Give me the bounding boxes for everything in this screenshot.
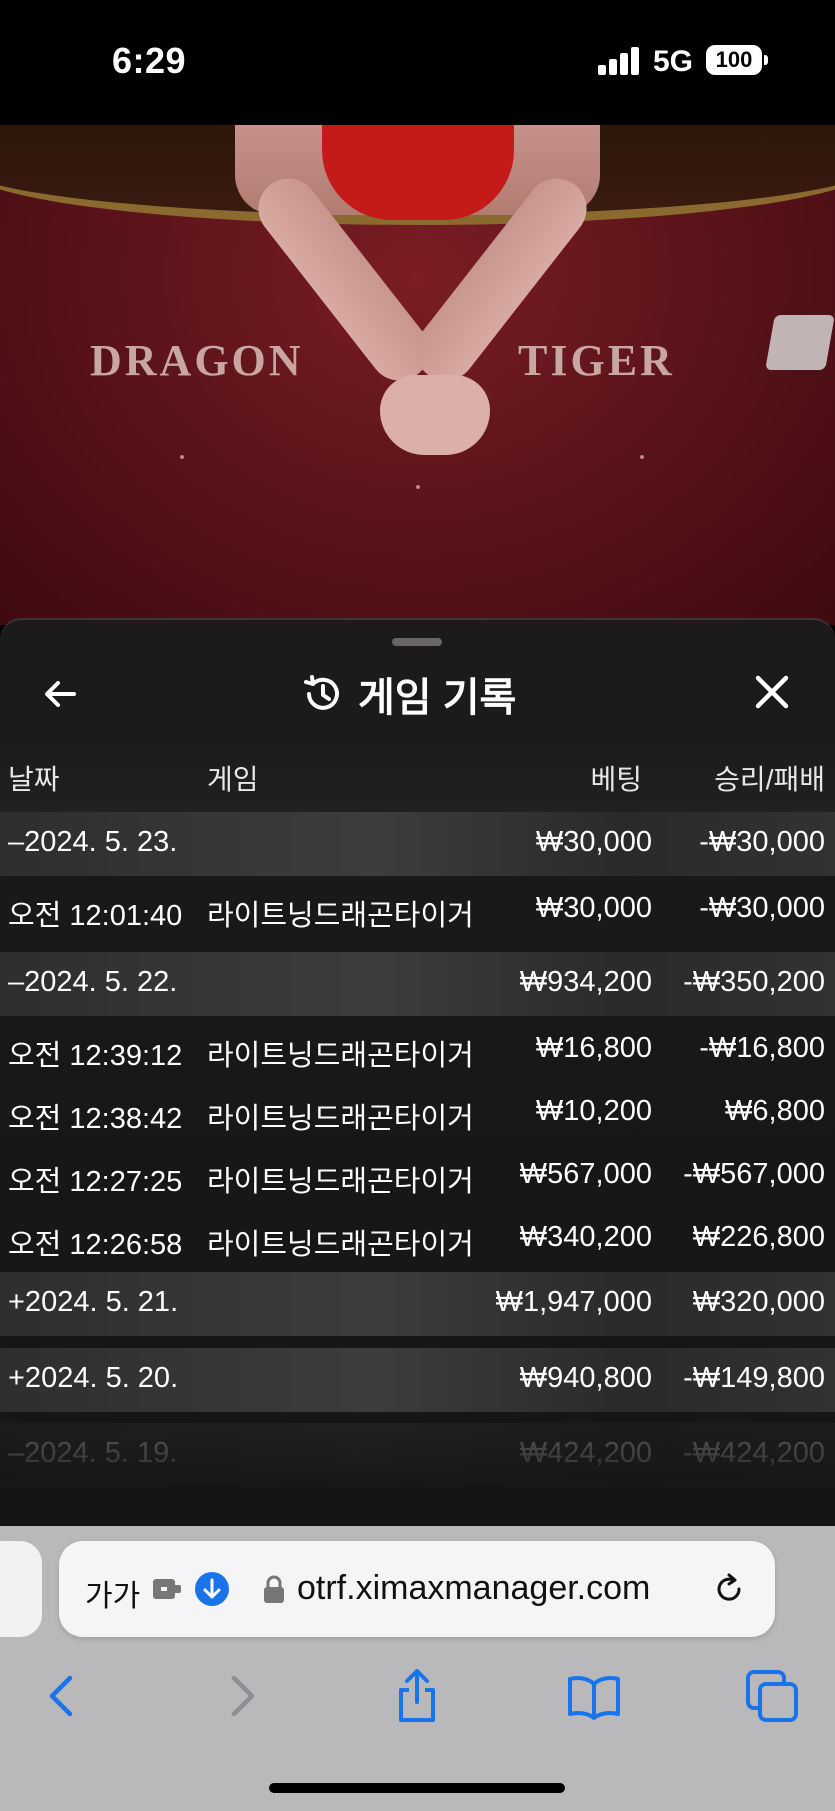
row-bet: ₩1,947,000 xyxy=(495,1286,652,1318)
previous-tab[interactable] xyxy=(0,1541,42,1637)
sheet-title: 게임 기록 xyxy=(300,664,516,724)
history-detail-row: 오전 12:39:12 라이트닝드래곤타이거 ₩16,800 -₩16,800 xyxy=(0,1018,835,1082)
history-icon xyxy=(304,675,339,710)
row-bet: ₩567,000 xyxy=(519,1158,652,1190)
row-win-loss: ₩226,800 xyxy=(692,1221,825,1253)
lock-icon xyxy=(264,1575,284,1603)
tabs-icon[interactable] xyxy=(742,1666,802,1726)
close-icon xyxy=(755,675,789,709)
forward-icon[interactable] xyxy=(212,1666,272,1726)
card-shoe xyxy=(765,315,835,370)
address-bar[interactable]: 가가 otrf.ximaxmanager.com xyxy=(59,1541,775,1637)
back-button[interactable] xyxy=(40,672,84,716)
row-date: 오전 12:26:58 xyxy=(8,1229,183,1261)
back-icon[interactable] xyxy=(32,1666,92,1726)
row-bet: ₩10,200 xyxy=(535,1095,652,1127)
download-icon[interactable] xyxy=(195,1572,229,1606)
share-icon[interactable] xyxy=(387,1666,447,1726)
bookmarks-icon[interactable] xyxy=(564,1666,624,1726)
network-label: 5G xyxy=(653,45,694,78)
row-bet: ₩340,200 xyxy=(519,1221,652,1253)
browser-chrome: 가가 otrf.ximaxmanager.com xyxy=(0,1526,835,1811)
history-detail-row: 오전 12:38:42 라이트닝드래곤타이거 ₩10,200 ₩6,800 xyxy=(0,1081,835,1145)
row-win-loss: ₩320,000 xyxy=(692,1286,825,1318)
close-button[interactable] xyxy=(752,672,792,712)
history-date-row[interactable]: –2024. 5. 22. ₩934,200 -₩350,200 xyxy=(0,952,835,1016)
dragon-label: DRAGON xyxy=(90,336,304,385)
url-text[interactable]: otrf.ximaxmanager.com xyxy=(297,1569,705,1608)
home-indicator xyxy=(269,1783,565,1793)
column-header-game: 게임 xyxy=(207,764,259,795)
sheet-fade xyxy=(0,1408,835,1528)
sheet-title-text: 게임 기록 xyxy=(358,676,517,720)
row-date: –2024. 5. 23. xyxy=(8,826,178,858)
table-dot xyxy=(640,455,644,459)
table-dot xyxy=(416,485,420,489)
history-date-row[interactable]: +2024. 5. 20. ₩940,800 -₩149,800 xyxy=(0,1348,835,1412)
history-detail-row: 오전 12:26:58 라이트닝드래곤타이거 ₩340,200 ₩226,800 xyxy=(0,1207,835,1271)
row-game: 라이트닝드래곤타이거 xyxy=(207,1166,474,1198)
row-bet: ₩16,800 xyxy=(535,1032,652,1064)
history-detail-row: 오전 12:27:25 라이트닝드래곤타이거 ₩567,000 -₩567,000 xyxy=(0,1144,835,1208)
table-dot xyxy=(180,455,184,459)
row-game: 라이트닝드래곤타이거 xyxy=(207,1040,474,1072)
column-header-win-loss: 승리/패배 xyxy=(714,764,825,795)
row-game: 라이트닝드래곤타이거 xyxy=(207,900,474,932)
tiger-label: TIGER xyxy=(518,336,675,385)
row-date: 오전 12:39:12 xyxy=(8,1040,183,1072)
row-win-loss: -₩16,800 xyxy=(699,1032,825,1064)
column-header-date: 날짜 xyxy=(8,764,60,795)
row-date: –2024. 5. 22. xyxy=(8,966,178,998)
row-game: 라이트닝드래곤타이거 xyxy=(207,1229,474,1261)
row-date: 오전 12:01:40 xyxy=(8,900,183,932)
extension-icon[interactable] xyxy=(151,1575,185,1603)
row-win-loss: -₩149,800 xyxy=(683,1362,825,1394)
row-date: +2024. 5. 21. xyxy=(8,1286,179,1318)
row-win-loss: -₩567,000 xyxy=(683,1158,825,1190)
url-value: otrf.ximaxmanager.com xyxy=(297,1569,651,1607)
live-video[interactable]: DRAGON TIGER xyxy=(0,125,835,625)
row-win-loss: -₩30,000 xyxy=(699,826,825,858)
history-date-row[interactable]: +2024. 5. 21. ₩1,947,000 ₩320,000 xyxy=(0,1272,835,1336)
reload-icon[interactable] xyxy=(711,1571,747,1607)
row-bet: ₩30,000 xyxy=(535,892,652,924)
row-date: 오전 12:27:25 xyxy=(8,1166,183,1198)
row-win-loss: ₩6,800 xyxy=(725,1095,825,1127)
row-date: +2024. 5. 20. xyxy=(8,1362,179,1394)
row-bet: ₩940,800 xyxy=(519,1362,652,1394)
browser-toolbar xyxy=(0,1666,835,1756)
row-win-loss: -₩30,000 xyxy=(699,892,825,924)
history-date-row[interactable]: –2024. 5. 23. ₩30,000 -₩30,000 xyxy=(0,812,835,876)
sheet-grabber[interactable] xyxy=(392,638,442,646)
status-bar: 6:29 5G 100 xyxy=(0,0,835,125)
game-history-sheet: 게임 기록 날짜 게임 베팅 승리/패배 –2024. 5. 23. ₩30,00… xyxy=(0,618,835,1528)
arrow-left-icon xyxy=(45,681,76,707)
text-size-button[interactable]: 가가 xyxy=(85,1571,140,1615)
column-header-bet: 베팅 xyxy=(590,764,642,795)
dealer-hands xyxy=(380,375,490,455)
battery-icon: 100 xyxy=(706,45,768,75)
dealer-dress xyxy=(322,125,514,220)
signal-icon xyxy=(598,47,640,75)
status-time: 6:29 xyxy=(112,40,187,81)
row-bet: ₩934,200 xyxy=(519,966,652,998)
row-date: 오전 12:38:42 xyxy=(8,1103,183,1135)
row-bet: ₩30,000 xyxy=(535,826,652,858)
history-detail-row: 오전 12:01:40 라이트닝드래곤타이거 ₩30,000 -₩30,000 xyxy=(0,878,835,942)
table-header xyxy=(0,738,835,818)
row-win-loss: -₩350,200 xyxy=(683,966,825,998)
row-game: 라이트닝드래곤타이거 xyxy=(207,1103,474,1135)
